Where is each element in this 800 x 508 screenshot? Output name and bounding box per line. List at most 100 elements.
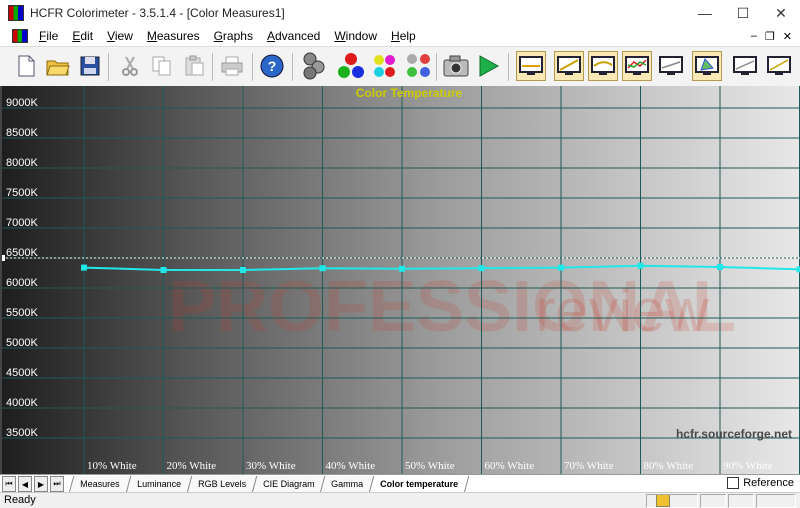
menu-advanced[interactable]: Advanced xyxy=(260,29,327,43)
x-tick-label: 50% White xyxy=(405,460,455,472)
x-tick-label: 10% White xyxy=(87,460,137,472)
play-icon[interactable] xyxy=(474,52,502,80)
x-tick-label: 20% White xyxy=(167,460,217,472)
graph-b-toggle[interactable] xyxy=(764,51,794,81)
site-label: hcfr.sourceforge.net xyxy=(676,427,792,441)
multi-sensor-icon[interactable] xyxy=(300,52,328,80)
menu-view[interactable]: View xyxy=(100,29,140,43)
save-disk-icon[interactable] xyxy=(76,52,104,80)
y-tick-label: 9000K xyxy=(6,97,38,109)
toolbar-divider xyxy=(252,53,253,81)
data-point xyxy=(320,265,326,271)
reference-marker xyxy=(2,255,5,261)
svg-text:?: ? xyxy=(268,58,277,74)
y-tick-label: 8000K xyxy=(6,157,38,169)
graph-rgb-levels-toggle[interactable] xyxy=(622,51,652,81)
status-bar: Ready xyxy=(0,492,800,508)
y-tick-label: 6500K xyxy=(6,247,38,259)
mdi-minimize-button[interactable]: – xyxy=(751,30,757,42)
toolbar-divider xyxy=(436,53,437,81)
tab-prev-arrow-icon[interactable]: ◀ xyxy=(18,476,32,492)
camera-icon[interactable] xyxy=(442,52,470,80)
data-point xyxy=(638,263,644,269)
tab-first-arrow-icon[interactable]: ⏮ xyxy=(2,476,16,492)
document-icon[interactable] xyxy=(12,29,28,43)
menu-edit[interactable]: Edit xyxy=(65,29,100,43)
data-point xyxy=(81,265,87,271)
y-tick-label: 5000K xyxy=(6,337,38,349)
color-balls-icon[interactable] xyxy=(370,52,398,80)
reference-checkbox[interactable]: Reference xyxy=(727,477,794,489)
data-point xyxy=(797,266,800,272)
x-tick-label: 90% White xyxy=(723,460,773,472)
menu-file[interactable]: File xyxy=(32,29,65,43)
graph-gamma-toggle[interactable] xyxy=(588,51,618,81)
print-icon[interactable] xyxy=(218,52,246,80)
reference-label: Reference xyxy=(743,477,794,489)
status-text: Ready xyxy=(4,494,36,506)
y-tick-label: 5500K xyxy=(6,307,38,319)
x-tick-label: 60% White xyxy=(485,460,535,472)
graph-cie-toggle[interactable] xyxy=(692,51,722,81)
title-bar: HCFR Colorimeter - 3.5.1.4 - [Color Meas… xyxy=(0,0,800,26)
status-cell xyxy=(728,494,754,508)
toolbar-divider xyxy=(508,53,509,81)
x-tick-label: 70% White xyxy=(564,460,614,472)
minimize-button[interactable]: — xyxy=(686,0,724,26)
graph-luminance-toggle[interactable] xyxy=(554,51,584,81)
y-tick-label: 4500K xyxy=(6,367,38,379)
mdi-restore-button[interactable]: ❐ xyxy=(765,30,775,43)
status-cell xyxy=(646,494,698,508)
chart-title: Color Temperature xyxy=(356,86,463,100)
status-cell xyxy=(756,494,796,508)
status-cell xyxy=(700,494,726,508)
menu-measures[interactable]: Measures xyxy=(140,29,207,43)
maximize-button[interactable]: ☐ xyxy=(724,0,762,26)
app-logo-icon xyxy=(8,5,24,21)
toolbar-divider xyxy=(108,53,109,81)
tab-last-arrow-icon[interactable]: ⏭ xyxy=(50,476,64,492)
x-tick-label: 80% White xyxy=(644,460,694,472)
close-button[interactable]: ✕ xyxy=(762,0,800,26)
rgb-balls-icon[interactable] xyxy=(336,52,364,80)
tab-gamma[interactable]: Gamma xyxy=(320,476,375,493)
data-point xyxy=(717,264,723,270)
graph-colortemp-toggle[interactable] xyxy=(516,51,546,81)
view-tab-bar: ⏮ ◀ ▶ ⏭ Measures Luminance RGB Levels CI… xyxy=(0,474,800,493)
data-point xyxy=(399,266,405,272)
toolbar-divider xyxy=(292,53,293,81)
y-tick-label: 7500K xyxy=(6,187,38,199)
tab-measures[interactable]: Measures xyxy=(69,476,131,493)
chart-canvas: PROFESSIONALreview9000K8500K8000K7500K70… xyxy=(2,86,800,474)
graph-measures-toggle[interactable] xyxy=(656,51,686,81)
help-icon[interactable]: ? xyxy=(258,52,286,80)
toolbar-divider xyxy=(212,53,213,81)
window-title: HCFR Colorimeter - 3.5.1.4 - [Color Meas… xyxy=(30,6,285,20)
data-point xyxy=(240,267,246,273)
data-point xyxy=(479,265,485,271)
data-point xyxy=(558,265,564,271)
copy-icon[interactable] xyxy=(148,52,176,80)
paste-icon[interactable] xyxy=(180,52,208,80)
tab-rgb-levels[interactable]: RGB Levels xyxy=(186,476,257,493)
open-folder-icon[interactable] xyxy=(44,52,72,80)
y-tick-label: 6000K xyxy=(6,277,38,289)
x-tick-label: 40% White xyxy=(326,460,376,472)
menu-window[interactable]: Window xyxy=(327,29,384,43)
menu-graphs[interactable]: Graphs xyxy=(207,29,260,43)
cut-scissors-icon[interactable] xyxy=(116,52,144,80)
spheres-grid-icon[interactable] xyxy=(404,52,432,80)
graph-a-toggle[interactable] xyxy=(730,51,760,81)
tab-color-temperature[interactable]: Color temperature xyxy=(369,476,470,493)
new-file-icon[interactable] xyxy=(12,52,40,80)
mdi-close-button[interactable]: ✕ xyxy=(783,30,792,43)
reference-checkbox-box[interactable] xyxy=(727,477,739,489)
x-tick-label: 30% White xyxy=(246,460,296,472)
tab-next-arrow-icon[interactable]: ▶ xyxy=(34,476,48,492)
data-point xyxy=(161,267,167,273)
tab-cie-diagram[interactable]: CIE Diagram xyxy=(251,476,325,493)
menu-help[interactable]: Help xyxy=(384,29,423,43)
tab-luminance[interactable]: Luminance xyxy=(125,476,192,493)
menu-bar: File Edit View Measures Graphs Advanced … xyxy=(0,26,800,46)
y-tick-label: 8500K xyxy=(6,127,38,139)
